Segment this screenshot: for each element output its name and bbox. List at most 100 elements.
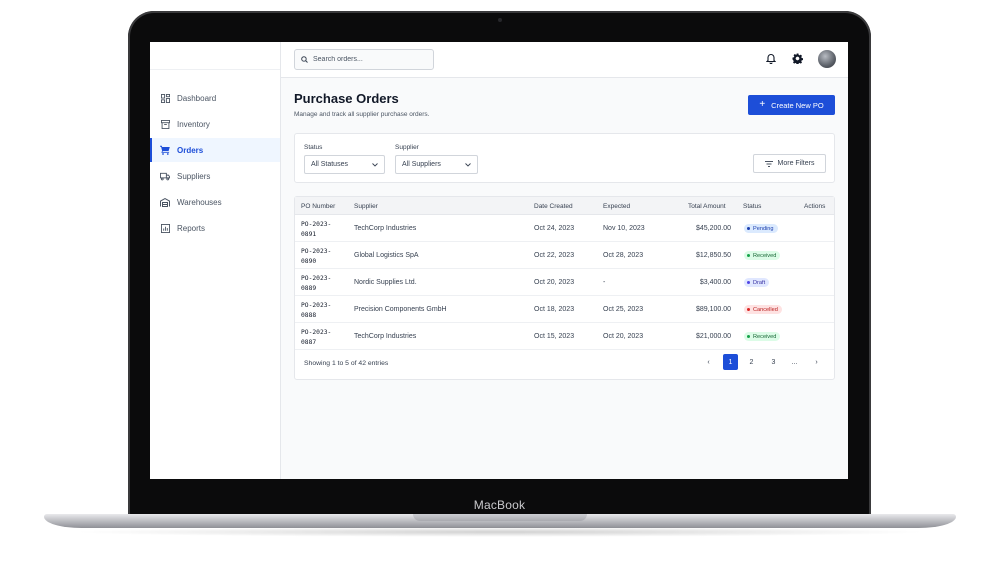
status-badge: Pending xyxy=(744,224,778,233)
po-number-cell[interactable]: PO-2023- 0891 xyxy=(301,220,341,239)
plus-icon: + xyxy=(759,99,766,110)
po-number-cell[interactable]: PO-2023- 0890 xyxy=(301,247,341,266)
status-dot-icon xyxy=(747,254,750,257)
po-number-prefix: PO-2023- xyxy=(301,248,332,255)
po-number-suffix: 0889 xyxy=(301,284,317,292)
sidebar-item-label: Orders xyxy=(177,145,204,155)
more-filters-label: More Filters xyxy=(777,160,815,167)
status-badge: Received xyxy=(744,251,781,260)
sidebar-item-orders[interactable]: Orders xyxy=(150,138,280,163)
status-badge-label: Pending xyxy=(753,225,774,232)
page-title: Purchase Orders xyxy=(294,91,399,106)
column-header-supplier[interactable]: Supplier xyxy=(354,203,378,210)
table-row[interactable]: PO-2023- 0890 Global Logistics SpA Oct 2… xyxy=(295,242,834,269)
device-brand-label: MacBook xyxy=(473,498,526,512)
date-created-cell: Oct 24, 2023 xyxy=(534,225,575,232)
column-header-expected[interactable]: Expected xyxy=(603,203,630,210)
sidebar-item-reports[interactable]: Reports xyxy=(150,217,280,241)
inventory-icon xyxy=(160,119,170,129)
search-box[interactable] xyxy=(294,49,434,70)
po-number-suffix: 0888 xyxy=(301,311,317,319)
dashboard-icon xyxy=(160,93,170,103)
expected-cell: Nov 10, 2023 xyxy=(603,225,645,232)
date-created-cell: Oct 15, 2023 xyxy=(534,333,575,340)
po-number-prefix: PO-2023- xyxy=(301,275,332,282)
sidebar-item-label: Inventory xyxy=(177,119,210,129)
filters-panel: Status All Statuses Supplier All Supplie… xyxy=(294,133,835,183)
cart-icon xyxy=(160,145,170,156)
column-header-status[interactable]: Status xyxy=(743,203,761,210)
chevron-down-icon xyxy=(372,162,378,167)
pagination-page-1[interactable]: 1 xyxy=(723,354,738,370)
status-dot-icon xyxy=(747,227,750,230)
po-number-cell[interactable]: PO-2023- 0889 xyxy=(301,274,341,293)
date-created-cell: Oct 18, 2023 xyxy=(534,306,575,313)
po-number-cell[interactable]: PO-2023- 0887 xyxy=(301,328,341,347)
sidebar-item-label: Dashboard xyxy=(177,93,217,103)
topbar xyxy=(281,42,848,78)
bell-icon[interactable] xyxy=(765,52,777,64)
status-dot-icon xyxy=(747,308,750,311)
status-dot-icon xyxy=(747,281,750,284)
column-header-total-amount[interactable]: Total Amount xyxy=(688,203,726,210)
pagination-page-2[interactable]: 2 xyxy=(744,354,759,370)
search-icon xyxy=(301,56,308,63)
table-row[interactable]: PO-2023- 0891 TechCorp Industries Oct 24… xyxy=(295,215,834,242)
gear-icon[interactable] xyxy=(791,52,803,64)
reports-icon xyxy=(160,224,170,234)
column-header-date-created[interactable]: Date Created xyxy=(534,203,573,210)
status-badge-label: Cancelled xyxy=(753,306,778,313)
table-row[interactable]: PO-2023- 0889 Nordic Supplies Ltd. Oct 2… xyxy=(295,269,834,296)
date-created-cell: Oct 20, 2023 xyxy=(534,279,575,286)
more-filters-button[interactable]: More Filters xyxy=(753,154,826,173)
supplier-filter-label: Supplier xyxy=(395,144,419,151)
date-created-cell: Oct 22, 2023 xyxy=(534,252,575,259)
status-badge-label: Draft xyxy=(753,279,766,286)
status-filter-value: All Statuses xyxy=(311,161,348,168)
create-new-po-button[interactable]: + Create New PO xyxy=(748,95,835,115)
sidebar-header xyxy=(150,42,280,70)
chevron-down-icon xyxy=(465,162,471,167)
total-amount-cell: $45,200.00 xyxy=(695,225,731,232)
truck-icon xyxy=(160,172,170,182)
po-number-cell[interactable]: PO-2023- 0888 xyxy=(301,301,341,320)
status-badge: Cancelled xyxy=(744,305,782,314)
pagination-next-button[interactable]: › xyxy=(809,354,824,370)
camera-dot xyxy=(498,18,502,22)
supplier-cell: TechCorp Industries xyxy=(354,225,417,232)
supplier-cell: Nordic Supplies Ltd. xyxy=(354,279,417,286)
warehouse-icon xyxy=(160,198,170,208)
column-header-po-number[interactable]: PO Number xyxy=(301,203,335,210)
table-row[interactable]: PO-2023- 0887 TechCorp Industries Oct 15… xyxy=(295,323,834,350)
filter-icon xyxy=(764,160,773,167)
pagination-ellipsis: ... xyxy=(791,358,798,366)
sidebar-item-dashboard[interactable]: Dashboard xyxy=(150,86,280,110)
sidebar: Dashboard Inventory Orders Suppliers War… xyxy=(150,42,281,479)
sidebar-item-label: Suppliers xyxy=(177,172,211,182)
avatar[interactable] xyxy=(818,50,836,68)
supplier-cell: TechCorp Industries xyxy=(354,333,417,340)
po-number-suffix: 0891 xyxy=(301,230,317,238)
table-row[interactable]: PO-2023- 0888 Precision Components GmbH … xyxy=(295,296,834,323)
sidebar-item-inventory[interactable]: Inventory xyxy=(150,112,280,136)
expected-cell: Oct 25, 2023 xyxy=(603,306,644,313)
sidebar-item-suppliers[interactable]: Suppliers xyxy=(150,165,280,189)
po-number-prefix: PO-2023- xyxy=(301,329,332,336)
sidebar-nav: Dashboard Inventory Orders Suppliers War… xyxy=(150,86,280,241)
column-header-actions: Actions xyxy=(804,202,826,210)
pagination-prev-button[interactable]: ‹ xyxy=(701,354,716,370)
search-input[interactable] xyxy=(313,56,423,63)
total-amount-cell: $89,100.00 xyxy=(695,306,731,313)
supplier-filter-value: All Suppliers xyxy=(402,161,441,168)
main-content: Purchase Orders Manage and track all sup… xyxy=(281,78,848,479)
status-filter-select[interactable]: All Statuses xyxy=(304,155,385,174)
sidebar-item-warehouses[interactable]: Warehouses xyxy=(150,191,280,215)
pagination-page-3[interactable]: 3 xyxy=(766,354,781,370)
status-badge: Received xyxy=(744,332,781,341)
status-badge-label: Received xyxy=(753,333,777,340)
status-badge-label: Received xyxy=(753,252,777,259)
supplier-filter-select[interactable]: All Suppliers xyxy=(395,155,478,174)
expected-cell: - xyxy=(603,279,606,286)
page-subtitle: Manage and track all supplier purchase o… xyxy=(294,111,430,118)
total-amount-cell: $12,850.50 xyxy=(695,252,731,259)
